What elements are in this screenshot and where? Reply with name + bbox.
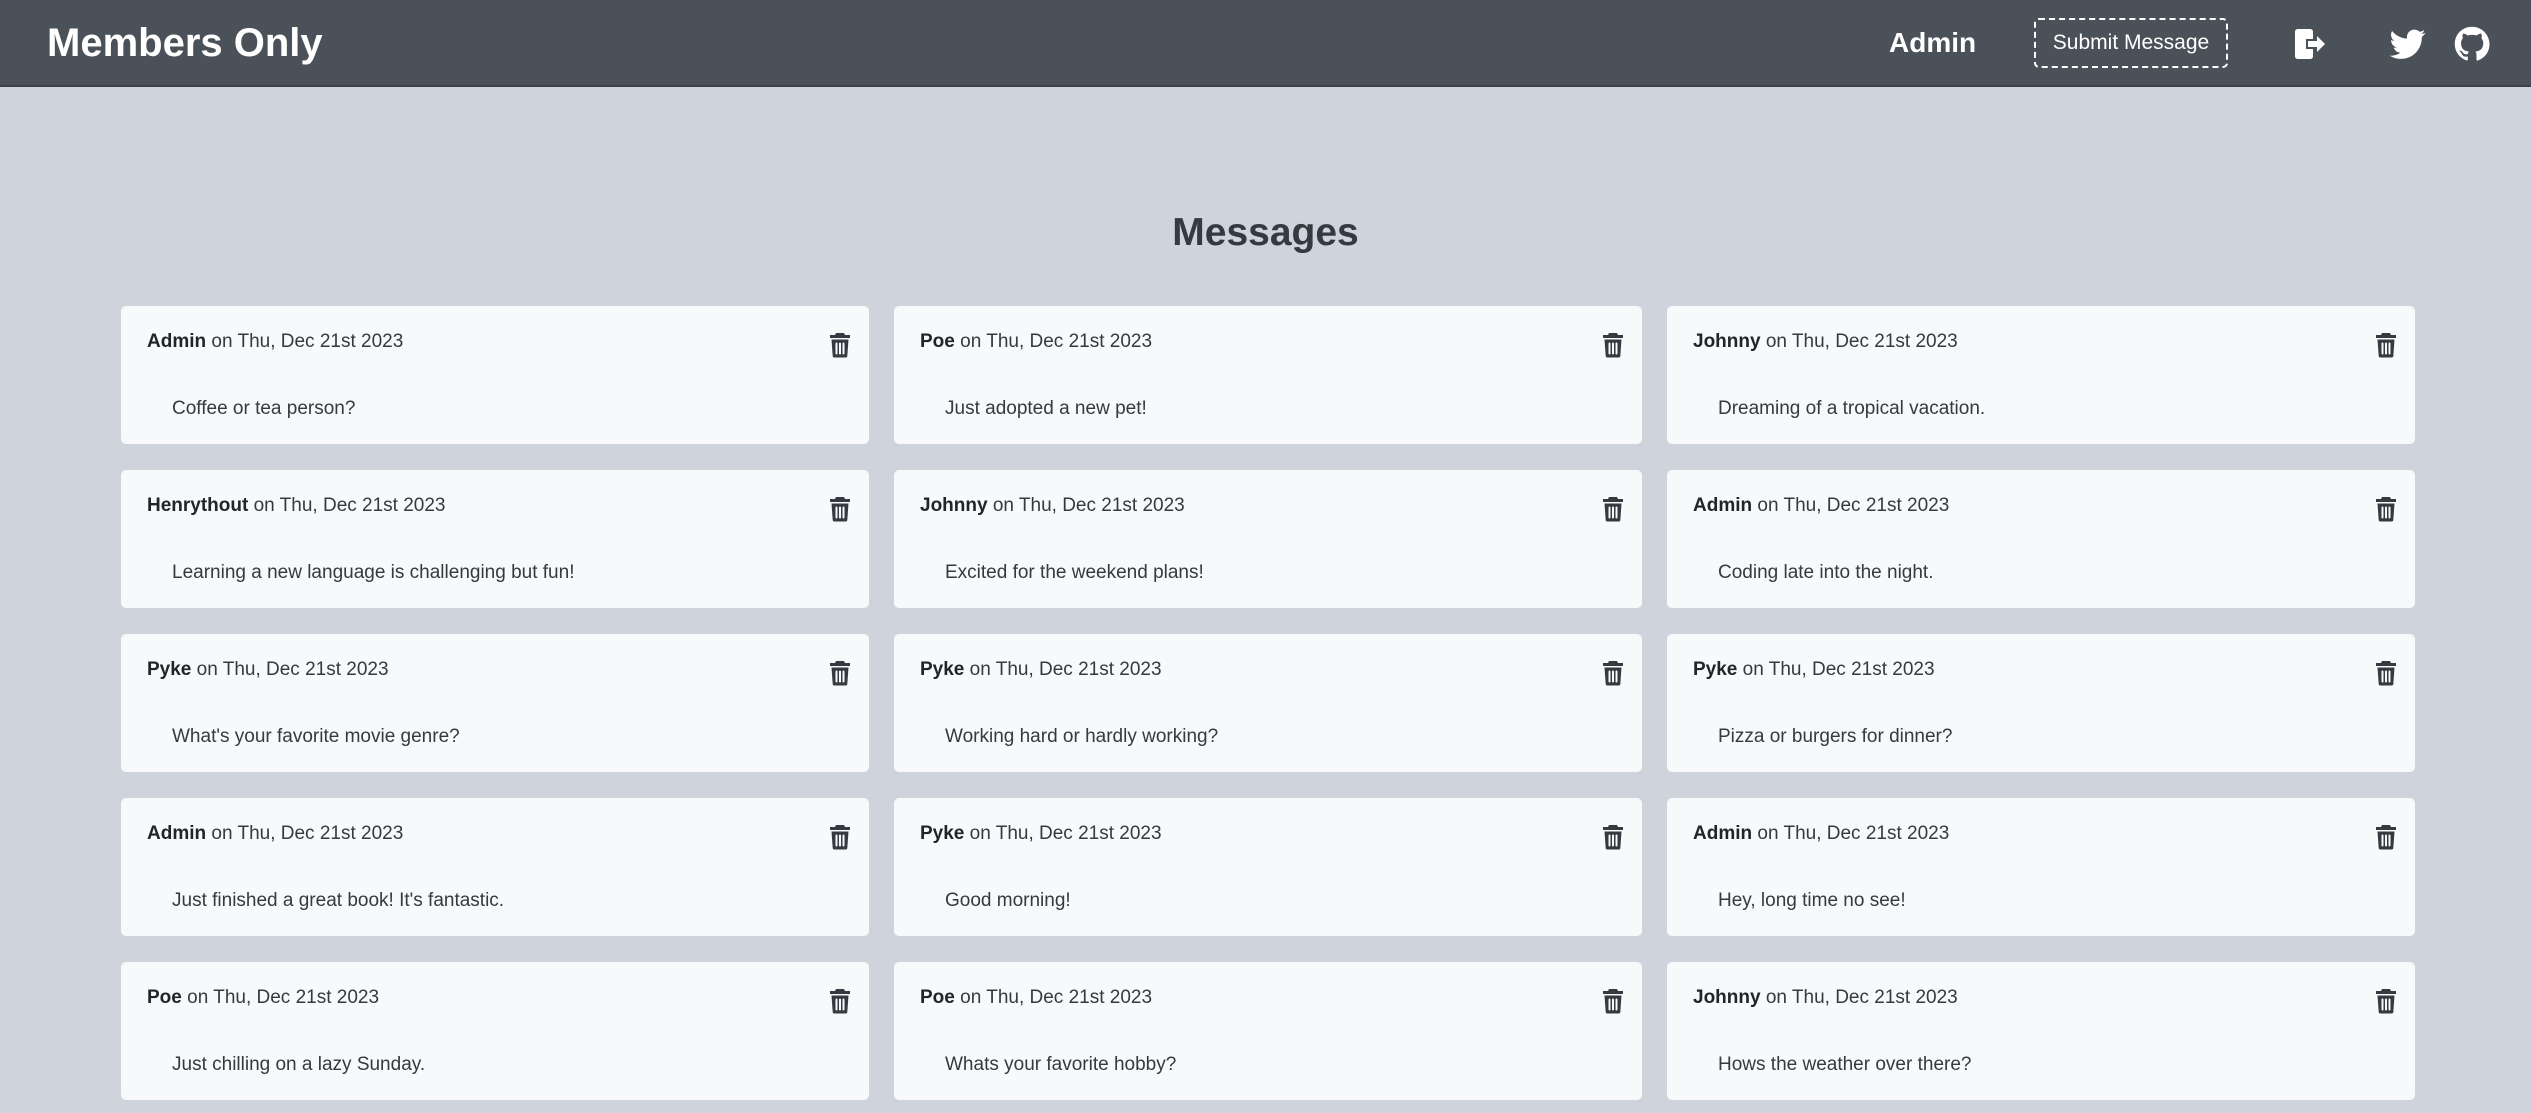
message-author: Pyke [1693,659,1738,680]
message-author: Pyke [920,659,965,680]
message-text: Just chilling on a lazy Sunday. [172,1054,426,1075]
message-meta: Pyke on Thu, Dec 21st 2023 [1693,658,1935,682]
message-meta: Johnny on Thu, Dec 21st 2023 [920,494,1185,518]
message-meta: Johnny on Thu, Dec 21st 2023 [1693,330,1958,354]
message-author: Admin [1693,495,1753,516]
message-text: Working hard or hardly working? [945,726,1219,747]
trash-icon[interactable] [2375,496,2397,522]
message-author: Admin [1693,823,1753,844]
message-text: Just adopted a new pet! [945,398,1147,419]
message-date: on Thu, Dec 21st 2023 [211,823,404,844]
message-meta: Pyke on Thu, Dec 21st 2023 [920,658,1162,682]
message-date: on Thu, Dec 21st 2023 [211,331,404,352]
message-text: Whats your favorite hobby? [945,1054,1177,1075]
trash-icon[interactable] [2375,824,2397,850]
message-meta: Admin on Thu, Dec 21st 2023 [1693,822,1949,846]
brand-title[interactable]: Members Only [47,21,323,65]
message-card: Pyke on Thu, Dec 21st 2023 What's your f… [121,634,869,772]
message-text: Coding late into the night. [1718,562,1934,583]
message-meta: Pyke on Thu, Dec 21st 2023 [920,822,1162,846]
message-text: Hey, long time no see! [1718,890,1906,911]
message-text: Learning a new language is challenging b… [172,562,575,583]
message-text: Hows the weather over there? [1718,1054,1972,1075]
message-text: Good morning! [945,890,1071,911]
message-author: Johnny [920,495,988,516]
message-date: on Thu, Dec 21st 2023 [960,987,1153,1008]
message-author: Admin [147,823,207,844]
message-meta: Henrythout on Thu, Dec 21st 2023 [147,494,446,518]
message-text: Excited for the weekend plans! [945,562,1204,583]
message-meta: Admin on Thu, Dec 21st 2023 [1693,494,1949,518]
message-date: on Thu, Dec 21st 2023 [1765,987,1958,1008]
message-date: on Thu, Dec 21st 2023 [1742,659,1935,680]
trash-icon[interactable] [1602,332,1624,358]
message-author: Henrythout [147,495,249,516]
message-date: on Thu, Dec 21st 2023 [969,659,1162,680]
message-date: on Thu, Dec 21st 2023 [187,987,380,1008]
trash-icon[interactable] [829,824,851,850]
message-author: Poe [147,987,182,1008]
trash-icon[interactable] [2375,660,2397,686]
message-card: Pyke on Thu, Dec 21st 2023 Good morning! [894,798,1642,936]
trash-icon[interactable] [829,496,851,522]
messages-grid: Admin on Thu, Dec 21st 2023 Coffee or te… [121,306,2416,1100]
message-date: on Thu, Dec 21st 2023 [969,823,1162,844]
message-author: Poe [920,987,955,1008]
message-card: Poe on Thu, Dec 21st 2023 Whats your fav… [894,962,1642,1100]
message-date: on Thu, Dec 21st 2023 [1757,823,1950,844]
github-icon[interactable] [2454,26,2490,62]
message-author: Poe [920,331,955,352]
message-text: Just finished a great book! It's fantast… [172,890,505,911]
trash-icon[interactable] [1602,660,1624,686]
message-card: Henrythout on Thu, Dec 21st 2023 Learnin… [121,470,869,608]
message-text: Coffee or tea person? [172,398,356,419]
message-meta: Pyke on Thu, Dec 21st 2023 [147,658,389,682]
message-meta: Poe on Thu, Dec 21st 2023 [147,986,379,1010]
trash-icon[interactable] [829,988,851,1014]
message-card: Admin on Thu, Dec 21st 2023 Hey, long ti… [1667,798,2415,936]
message-card: Poe on Thu, Dec 21st 2023 Just adopted a… [894,306,1642,444]
trash-icon[interactable] [1602,496,1624,522]
message-meta: Admin on Thu, Dec 21st 2023 [147,330,403,354]
message-author: Pyke [920,823,965,844]
current-user-name: Admin [1889,27,1977,58]
trash-icon[interactable] [2375,988,2397,1014]
logout-icon[interactable] [2291,26,2327,62]
message-text: What's your favorite movie genre? [172,726,460,747]
message-card: Poe on Thu, Dec 21st 2023 Just chilling … [121,962,869,1100]
message-card: Pyke on Thu, Dec 21st 2023 Pizza or burg… [1667,634,2415,772]
message-date: on Thu, Dec 21st 2023 [253,495,446,516]
message-card: Admin on Thu, Dec 21st 2023 Coding late … [1667,470,2415,608]
message-card: Admin on Thu, Dec 21st 2023 Just finishe… [121,798,869,936]
message-date: on Thu, Dec 21st 2023 [992,495,1185,516]
submit-message-button[interactable]: Submit Message [2034,18,2228,68]
twitter-icon[interactable] [2390,26,2426,62]
page-title: Messages [1172,211,1359,254]
message-meta: Poe on Thu, Dec 21st 2023 [920,986,1152,1010]
trash-icon[interactable] [1602,824,1624,850]
message-meta: Johnny on Thu, Dec 21st 2023 [1693,986,1958,1010]
message-meta: Admin on Thu, Dec 21st 2023 [147,822,403,846]
navbar: Members Only Admin Submit Message [0,0,2531,87]
message-date: on Thu, Dec 21st 2023 [1765,331,1958,352]
trash-icon[interactable] [2375,332,2397,358]
message-card: Admin on Thu, Dec 21st 2023 Coffee or te… [121,306,869,444]
message-date: on Thu, Dec 21st 2023 [196,659,389,680]
message-author: Johnny [1693,987,1761,1008]
message-card: Johnny on Thu, Dec 21st 2023 Excited for… [894,470,1642,608]
message-card: Pyke on Thu, Dec 21st 2023 Working hard … [894,634,1642,772]
message-date: on Thu, Dec 21st 2023 [1757,495,1950,516]
trash-icon[interactable] [829,660,851,686]
message-author: Admin [147,331,207,352]
message-card: Johnny on Thu, Dec 21st 2023 Dreaming of… [1667,306,2415,444]
message-text: Pizza or burgers for dinner? [1718,726,1953,747]
message-meta: Poe on Thu, Dec 21st 2023 [920,330,1152,354]
message-card: Johnny on Thu, Dec 21st 2023 Hows the we… [1667,962,2415,1100]
trash-icon[interactable] [1602,988,1624,1014]
message-author: Johnny [1693,331,1761,352]
message-date: on Thu, Dec 21st 2023 [960,331,1153,352]
message-text: Dreaming of a tropical vacation. [1718,398,1986,419]
message-author: Pyke [147,659,192,680]
trash-icon[interactable] [829,332,851,358]
